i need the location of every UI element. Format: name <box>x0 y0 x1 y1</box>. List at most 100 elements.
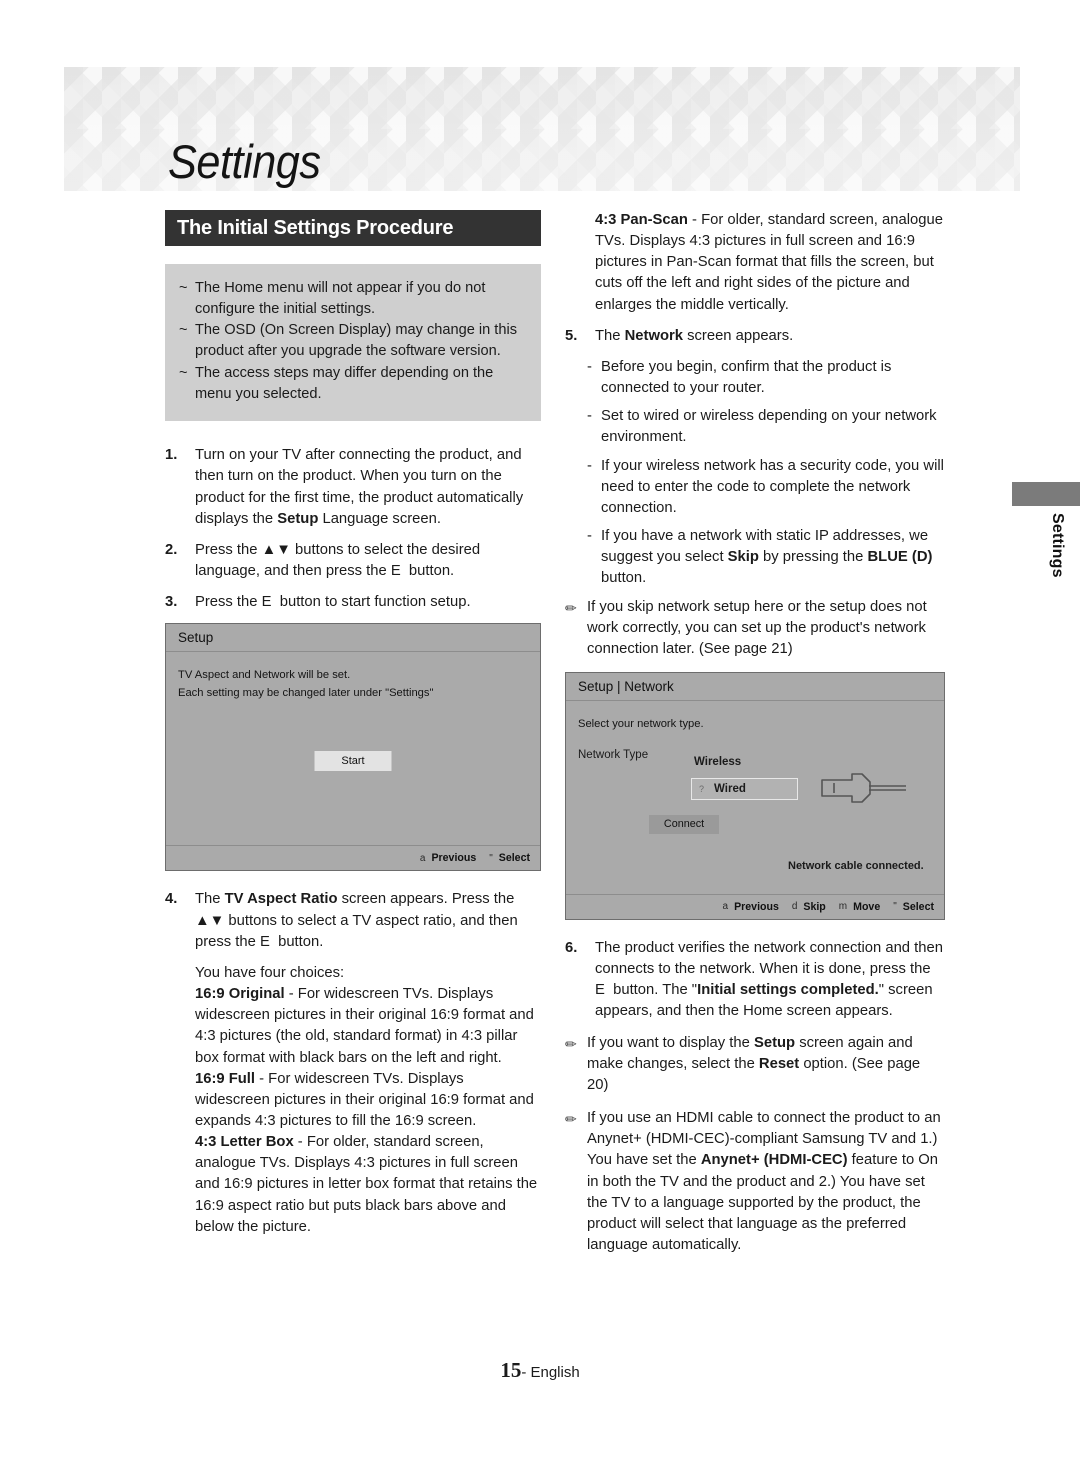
updown-arrows-icon: ▲▼ <box>261 541 291 558</box>
step1-text-after: Language screen. <box>318 510 441 527</box>
key-d-icon: d <box>791 901 798 913</box>
section-heading-text: The Initial Settings Procedure <box>177 216 454 239</box>
network-screen-title: Setup | Network <box>566 673 944 701</box>
step5-subitem-text: Set to wired or wireless depending on yo… <box>601 408 937 446</box>
choice-name: 16:9 Original <box>195 986 285 1003</box>
choices-intro: You have four choices: <box>195 964 345 981</box>
setup-screen-body: TV Aspect and Network will be set. Each … <box>166 653 540 844</box>
dash-bullet-icon: - <box>587 528 592 545</box>
procedure-step-5: 5. The Network screen appears. <box>565 326 945 347</box>
choice-name: 4:3 Letter Box <box>195 1134 294 1151</box>
footer-action-label: Move <box>853 900 881 913</box>
step3-text-before: Press the <box>195 594 262 611</box>
step5-text-before: The <box>595 327 625 344</box>
enter-key-icon: E <box>259 933 270 950</box>
footer-action-label: Skip <box>803 900 826 913</box>
step2-text-after: button. <box>408 563 455 580</box>
footer-action-label: Select <box>498 852 530 865</box>
note-item: ~ The OSD (On Screen Display) may change… <box>179 320 525 361</box>
key-enter-icon: " <box>489 852 493 864</box>
setup-screen-line-1: TV Aspect and Network will be set. <box>178 669 351 682</box>
step-number: 4. <box>165 891 178 908</box>
tip-display-setup-again: ✏ If you want to display the Setup scree… <box>565 1033 945 1096</box>
section-heading-bar: The Initial Settings Procedure <box>165 210 541 246</box>
footer-action-previous[interactable]: a Previous <box>420 852 476 864</box>
enter-key-icon: E <box>390 563 401 580</box>
step-number: 2. <box>165 541 178 558</box>
side-tab-marker <box>1012 482 1080 506</box>
key-a-icon: a <box>419 852 426 864</box>
step5-text-after: screen appears. <box>683 327 794 344</box>
pencil-note-icon: ✏ <box>565 1111 577 1128</box>
step6-text-b: button. The " <box>613 982 698 999</box>
network-instruction: Select your network type. <box>578 717 704 730</box>
step1-bold-setup: Setup <box>277 510 319 527</box>
step2-text-before: Press the <box>195 541 262 558</box>
aspect-choice-16-9-full: 16:9 Full - For widescreen TVs. Displays… <box>195 1069 541 1132</box>
static-ip-text-b: by pressing the <box>758 549 868 566</box>
aspect-choice-4-3-letter-box: 4:3 Letter Box - For older, standard scr… <box>195 1132 541 1238</box>
step4-lead-before: The <box>195 891 225 908</box>
connect-button[interactable]: Connect <box>649 814 719 834</box>
network-option-wired[interactable]: ? Wired <box>691 777 798 800</box>
updown-arrows-icon: ▲▼ <box>195 912 225 929</box>
step5-subitem: - Before you begin, confirm that the pro… <box>587 357 945 399</box>
left-column: The Initial Settings Procedure ~ The Hom… <box>165 210 541 1238</box>
tip-anynet-hdmi-cec: ✏ If you use an HDMI cable to connect th… <box>565 1108 945 1256</box>
note-item: ~ The access steps may differ depending … <box>179 363 525 404</box>
procedure-step-6: 6. The product verifies the network conn… <box>565 938 945 1023</box>
key-m-icon: m <box>838 901 848 913</box>
step-number: 5. <box>565 327 578 344</box>
step-number: 3. <box>165 594 178 611</box>
network-screen-body: Select your network type. Network Type W… <box>566 702 944 893</box>
note-item: ~ The Home menu will not appear if you d… <box>179 278 525 319</box>
network-option-wireless[interactable]: Wireless <box>694 756 741 768</box>
static-ip-text-c: button. <box>601 570 647 587</box>
network-screen-mock: Setup | Network Select your network type… <box>565 671 945 920</box>
enter-key-icon: E <box>261 594 272 611</box>
tilde-bullet-icon: ~ <box>179 322 188 339</box>
procedure-step-1: 1. Turn on your TV after connecting the … <box>165 445 541 530</box>
step-text: The Network screen appears. <box>595 326 945 347</box>
step5-subitem: - If your wireless network has a securit… <box>587 456 945 519</box>
start-button[interactable]: Start <box>314 751 392 772</box>
step4-lead-mid: screen appears. Press the <box>337 891 515 908</box>
footer-action-skip[interactable]: d Skip <box>792 901 826 913</box>
page-number: 15 <box>500 1358 522 1382</box>
setup-screen-mock: Setup TV Aspect and Network will be set.… <box>165 623 541 872</box>
bold-anynet-hdmi-cec: Anynet+ (HDMI-CEC) <box>700 1152 848 1169</box>
footer-action-move[interactable]: m Move <box>839 901 880 913</box>
network-screen-footer: a Previous d Skip m Move " Select <box>566 893 944 919</box>
step5-subitem-text: If you have a network with static IP add… <box>601 526 945 589</box>
note-item-text: The access steps may differ depending on… <box>195 364 494 402</box>
footer-action-select[interactable]: " Select <box>489 852 530 864</box>
procedure-step-3: 3. Press the Ebutton to start function s… <box>165 592 541 613</box>
step-number: 1. <box>165 447 178 464</box>
step4-lead-after: button. <box>278 933 324 950</box>
dash-bullet-icon: - <box>587 408 592 425</box>
note-item-text: The OSD (On Screen Display) may change i… <box>195 322 518 360</box>
tilde-bullet-icon: ~ <box>179 280 188 296</box>
procedure-step-2: 2. Press the ▲▼ buttons to select the de… <box>165 540 541 582</box>
step5-bold-network: Network <box>624 327 683 344</box>
page-language: - English <box>521 1364 580 1381</box>
step-text: Press the ▲▼ buttons to select the desir… <box>195 540 541 582</box>
tip-text: If you want to display the Setup screen … <box>587 1033 945 1096</box>
setup-screen-footer: a Previous " Select <box>166 845 540 870</box>
right-column: 4:3 Pan-Scan - For older, standard scree… <box>565 210 945 1268</box>
setup-screen-line-2: Each setting may be changed later under … <box>178 686 434 699</box>
footer-action-select[interactable]: " Select <box>893 901 934 913</box>
choice-name: 4:3 Pan-Scan <box>595 212 688 228</box>
tip2-text-a: If you want to display the <box>587 1034 754 1051</box>
network-status-text: Network cable connected. <box>788 859 924 872</box>
step-text: The product verifies the network connect… <box>595 938 945 1023</box>
network-option-wired-label: Wired <box>714 782 746 795</box>
step-number: 6. <box>565 939 578 956</box>
footer-action-previous[interactable]: a Previous <box>723 901 779 913</box>
step5-subitem: - Set to wired or wireless depending on … <box>587 406 945 448</box>
pencil-note-icon: ✏ <box>565 1035 577 1052</box>
step4-bold-aspect-ratio: TV Aspect Ratio <box>224 891 338 908</box>
step-text: The TV Aspect Ratio screen appears. Pres… <box>195 889 541 952</box>
bold-blue-d-button: BLUE (D) <box>867 549 933 566</box>
step5-subitem-text: If your wireless network has a security … <box>601 457 944 516</box>
